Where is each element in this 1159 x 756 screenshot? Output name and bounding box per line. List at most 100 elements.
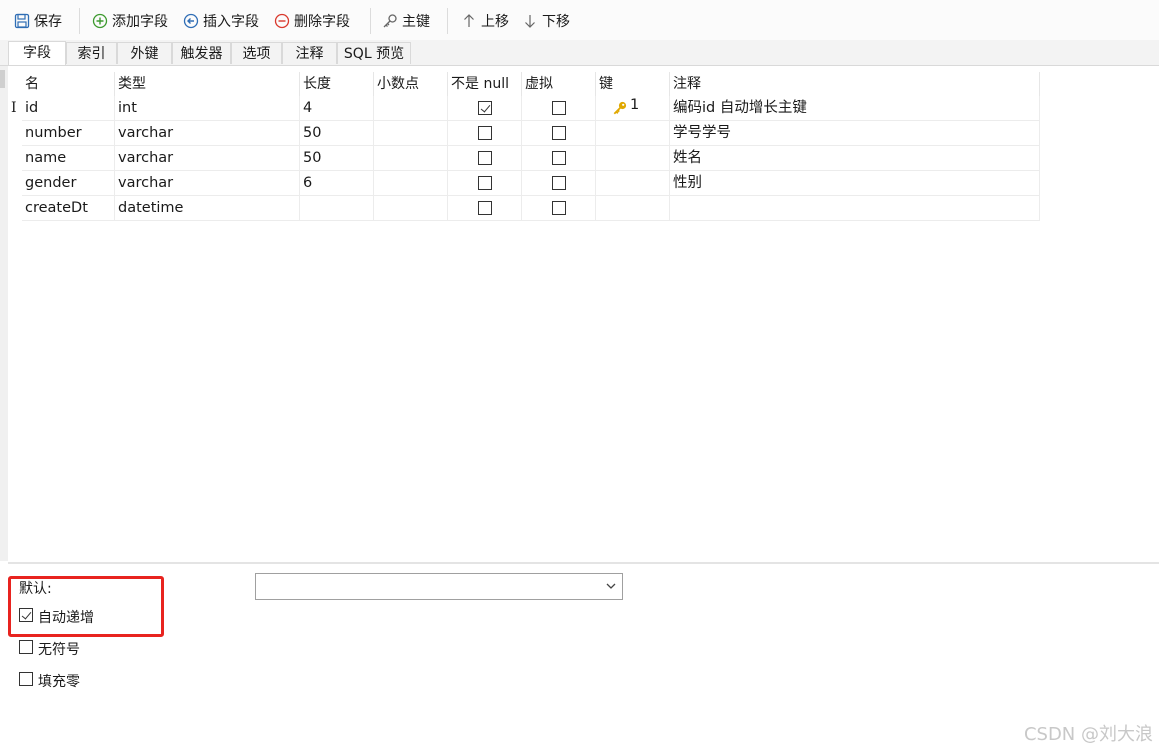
cell-key[interactable]: [596, 196, 670, 221]
virtual-checkbox[interactable]: [552, 151, 566, 165]
save-button[interactable]: 保存: [14, 10, 62, 32]
tab-sql-preview[interactable]: SQL 预览: [337, 42, 411, 64]
add-field-label: 添加字段: [112, 14, 168, 30]
tab-indexes[interactable]: 索引: [66, 42, 117, 64]
not-null-checkbox[interactable]: [478, 126, 492, 140]
not-null-checkbox[interactable]: [478, 176, 492, 190]
plus-circle-icon: [92, 13, 108, 29]
tab-comments[interactable]: 注释: [282, 42, 337, 64]
cell-length[interactable]: 50: [300, 146, 374, 171]
cell-virtual[interactable]: [522, 196, 596, 221]
table-row[interactable]: gender varchar 6 性别: [8, 171, 1040, 196]
column-header-not-null[interactable]: 不是 null: [448, 72, 522, 96]
column-header-name[interactable]: 名: [22, 72, 115, 96]
cell-key[interactable]: [596, 121, 670, 146]
cell-length[interactable]: 4: [300, 96, 374, 121]
insert-field-button[interactable]: 插入字段: [183, 10, 259, 32]
column-header-comment[interactable]: 注释: [670, 72, 1040, 96]
cell-comment[interactable]: 性别: [670, 171, 1040, 196]
cell-comment[interactable]: 编码id 自动增长主键: [670, 96, 1040, 121]
cell-not-null[interactable]: [448, 121, 522, 146]
table-row[interactable]: createDt datetime: [8, 196, 1040, 221]
delete-field-label: 删除字段: [294, 14, 350, 30]
move-up-button[interactable]: 上移: [461, 10, 509, 32]
unsigned-label: 无符号: [38, 642, 80, 658]
arrow-down-icon: [525, 15, 535, 28]
cell-key[interactable]: [596, 146, 670, 171]
cell-key[interactable]: 1: [596, 96, 670, 121]
cell-name[interactable]: createDt: [22, 196, 115, 221]
watermark: CSDN @刘大浪: [1023, 724, 1153, 745]
chevron-down-icon: [606, 583, 616, 589]
move-down-label: 下移: [542, 14, 570, 30]
cell-virtual[interactable]: [522, 121, 596, 146]
cell-decimal[interactable]: [374, 196, 448, 221]
cell-name[interactable]: number: [22, 121, 115, 146]
cell-decimal[interactable]: [374, 121, 448, 146]
cell-comment[interactable]: 学号学号: [670, 121, 1040, 146]
table-row[interactable]: Iid int 4 1 编码id 自动增长主键: [8, 96, 1040, 121]
save-label: 保存: [34, 14, 62, 30]
not-null-checkbox[interactable]: [478, 101, 492, 115]
table-row[interactable]: number varchar 50 学号学号: [8, 121, 1040, 146]
cell-type[interactable]: varchar: [115, 146, 300, 171]
virtual-checkbox[interactable]: [552, 101, 566, 115]
primary-key-label: 主键: [402, 14, 430, 30]
default-value-select[interactable]: [255, 573, 623, 600]
primary-key-icon: [613, 101, 627, 115]
not-null-checkbox[interactable]: [478, 201, 492, 215]
tab-bar: 字段 索引 外键 触发器 选项 注释 SQL 预览: [0, 40, 1159, 66]
cell-comment[interactable]: [670, 196, 1040, 221]
cell-not-null[interactable]: [448, 96, 522, 121]
cell-virtual[interactable]: [522, 146, 596, 171]
row-cursor-indicator: I: [11, 100, 17, 116]
cell-name[interactable]: name: [22, 146, 115, 171]
virtual-checkbox[interactable]: [552, 176, 566, 190]
cell-length[interactable]: [300, 196, 374, 221]
delete-field-button[interactable]: 删除字段: [274, 10, 350, 32]
column-header-virtual[interactable]: 虚拟: [522, 72, 596, 96]
cell-key[interactable]: [596, 171, 670, 196]
cell-not-null[interactable]: [448, 196, 522, 221]
key-order: 1: [630, 97, 640, 113]
toolbar-divider: [370, 8, 371, 34]
cell-type[interactable]: int: [115, 96, 300, 121]
cell-type[interactable]: varchar: [115, 121, 300, 146]
cell-type[interactable]: varchar: [115, 171, 300, 196]
column-header-length[interactable]: 长度: [300, 72, 374, 96]
toolbar-divider: [447, 8, 448, 34]
column-header-key[interactable]: 键: [596, 72, 670, 96]
cell-not-null[interactable]: [448, 146, 522, 171]
tab-options[interactable]: 选项: [231, 42, 282, 64]
primary-key-button[interactable]: 主键: [382, 10, 430, 32]
tab-foreign-keys[interactable]: 外键: [117, 42, 172, 64]
cell-name[interactable]: id: [22, 96, 115, 121]
cell-name[interactable]: gender: [22, 171, 115, 196]
virtual-checkbox[interactable]: [552, 126, 566, 140]
cell-type[interactable]: datetime: [115, 196, 300, 221]
tab-triggers[interactable]: 触发器: [172, 42, 231, 64]
virtual-checkbox[interactable]: [552, 201, 566, 215]
table-row[interactable]: name varchar 50 姓名: [8, 146, 1040, 171]
cell-decimal[interactable]: [374, 146, 448, 171]
column-header-type[interactable]: 类型: [115, 72, 300, 96]
cell-length[interactable]: 50: [300, 121, 374, 146]
add-field-button[interactable]: 添加字段: [92, 10, 168, 32]
cell-virtual[interactable]: [522, 96, 596, 121]
column-header-decimal[interactable]: 小数点: [374, 72, 448, 96]
move-up-label: 上移: [481, 14, 509, 30]
unsigned-check[interactable]: [19, 640, 33, 654]
highlight-box: [8, 576, 164, 637]
tab-fields[interactable]: 字段: [8, 41, 66, 65]
zerofill-check[interactable]: [19, 672, 33, 686]
not-null-checkbox[interactable]: [478, 151, 492, 165]
cell-decimal[interactable]: [374, 171, 448, 196]
cell-decimal[interactable]: [374, 96, 448, 121]
cell-comment[interactable]: 姓名: [670, 146, 1040, 171]
zerofill-label: 填充零: [38, 674, 80, 690]
cell-not-null[interactable]: [448, 171, 522, 196]
move-down-button[interactable]: 下移: [522, 10, 570, 32]
cell-length[interactable]: 6: [300, 171, 374, 196]
cell-virtual[interactable]: [522, 171, 596, 196]
row-selector-strip: [0, 66, 8, 561]
